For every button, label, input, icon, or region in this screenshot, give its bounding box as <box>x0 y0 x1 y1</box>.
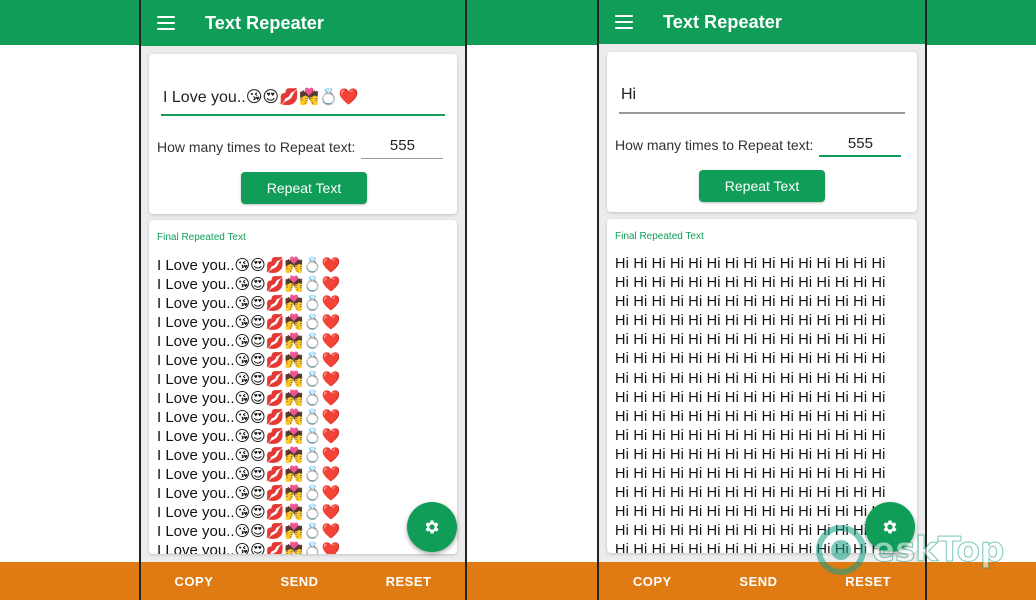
text-to-repeat-input[interactable]: I Love you..😘😍💋💏💍❤️ <box>161 80 445 116</box>
copy-button[interactable]: COPY <box>175 574 214 589</box>
repeated-text-line: Hi Hi Hi Hi Hi Hi Hi Hi Hi Hi Hi Hi Hi H… <box>615 351 886 368</box>
result-title: Final Repeated Text <box>157 232 246 243</box>
repeated-text-line: I Love you..😘😍💋💏💍❤️ <box>157 333 341 350</box>
repeat-count-row: How many times to Repeat text: 555 <box>615 132 905 158</box>
repeated-text-line: I Love you..😘😍💋💏💍❤️ <box>157 314 341 331</box>
repeated-text-line: Hi Hi Hi Hi Hi Hi Hi Hi Hi Hi Hi Hi Hi H… <box>615 408 886 425</box>
hamburger-menu-icon[interactable] <box>157 16 175 30</box>
repeat-count-row: How many times to Repeat text: 555 <box>157 134 445 160</box>
repeated-text-line: I Love you..😘😍💋💏💍❤️ <box>157 295 341 312</box>
result-card: Final Repeated Text I Love you..😘😍💋💏💍❤️ I… <box>149 220 457 554</box>
repeated-text-line: I Love you..😘😍💋💏💍❤️ <box>157 371 341 388</box>
settings-fab[interactable] <box>407 502 457 552</box>
repeat-count-label: How many times to Repeat text: <box>615 137 814 153</box>
repeated-text-line: Hi Hi Hi Hi Hi Hi Hi Hi Hi Hi Hi Hi Hi H… <box>615 427 886 444</box>
hamburger-menu-icon[interactable] <box>615 15 633 29</box>
phone-screen-right: Text Repeater Hi How many times to Repea… <box>597 0 927 600</box>
repeat-count-input[interactable]: 555 <box>361 135 444 159</box>
send-button[interactable]: SEND <box>280 574 318 589</box>
desktop-watermark: eskTop <box>814 520 1005 580</box>
repeated-text-output[interactable]: I Love you..😘😍💋💏💍❤️ I Love you..😘😍💋💏💍❤️ I … <box>157 256 449 554</box>
repeated-text-output[interactable]: Hi Hi Hi Hi Hi Hi Hi Hi Hi Hi Hi Hi Hi H… <box>615 255 915 553</box>
repeated-text-line: Hi Hi Hi Hi Hi Hi Hi Hi Hi Hi Hi Hi Hi H… <box>615 332 886 349</box>
app-title: Text Repeater <box>663 11 783 32</box>
repeated-text-line: I Love you..😘😍💋💏💍❤️ <box>157 447 341 464</box>
repeat-text-button[interactable]: Repeat Text <box>241 172 367 204</box>
repeat-text-button[interactable]: Repeat Text <box>699 170 825 202</box>
repeated-text-line: I Love you..😘😍💋💏💍❤️ <box>157 542 341 554</box>
repeated-text-line: Hi Hi Hi Hi Hi Hi Hi Hi Hi Hi Hi Hi Hi H… <box>615 485 886 502</box>
gear-icon <box>425 520 439 534</box>
app-bar: Text Repeater <box>141 0 465 46</box>
repeated-text-line: I Love you..😘😍💋💏💍❤️ <box>157 390 341 407</box>
repeated-text-line: Hi Hi Hi Hi Hi Hi Hi Hi Hi Hi Hi Hi Hi H… <box>615 275 886 292</box>
bottom-action-bar: COPY SEND RESET <box>141 562 465 600</box>
repeated-text-line: I Love you..😘😍💋💏💍❤️ <box>157 352 341 369</box>
repeated-text-line: Hi Hi Hi Hi Hi Hi Hi Hi Hi Hi Hi Hi Hi H… <box>615 370 886 387</box>
repeated-text-line: Hi Hi Hi Hi Hi Hi Hi Hi Hi Hi Hi Hi Hi H… <box>615 294 886 311</box>
repeated-text-line: I Love you..😘😍💋💏💍❤️ <box>157 523 341 540</box>
text-to-repeat-input[interactable]: Hi <box>619 78 905 114</box>
repeated-text-line: I Love you..😘😍💋💏💍❤️ <box>157 409 341 426</box>
repeated-text-line: Hi Hi Hi Hi Hi Hi Hi Hi Hi Hi Hi Hi Hi H… <box>615 466 886 483</box>
send-button[interactable]: SEND <box>739 574 777 589</box>
phone-screen-left: Text Repeater I Love you..😘😍💋💏💍❤️ How ma… <box>139 0 467 600</box>
repeated-text-line: Hi Hi Hi Hi Hi Hi Hi Hi Hi Hi Hi Hi Hi H… <box>615 446 886 463</box>
input-card: Hi How many times to Repeat text: 555 Re… <box>607 52 917 212</box>
repeated-text-line: Hi Hi Hi Hi Hi Hi Hi Hi Hi Hi Hi Hi Hi H… <box>615 389 886 406</box>
reset-button[interactable]: RESET <box>386 574 432 589</box>
result-card: Final Repeated Text Hi Hi Hi Hi Hi Hi Hi… <box>607 219 917 553</box>
app-bar: Text Repeater <box>599 0 925 44</box>
copy-button[interactable]: COPY <box>633 574 672 589</box>
result-title: Final Repeated Text <box>615 231 704 242</box>
repeated-text-line: Hi Hi Hi Hi Hi Hi Hi Hi Hi Hi Hi Hi Hi H… <box>615 256 886 272</box>
repeated-text-line: I Love you..😘😍💋💏💍❤️ <box>157 485 341 502</box>
input-card: I Love you..😘😍💋💏💍❤️ How many times to Re… <box>149 54 457 214</box>
repeated-text-line: Hi Hi Hi Hi Hi Hi Hi Hi Hi Hi Hi Hi Hi H… <box>615 313 886 330</box>
repeat-count-input[interactable]: 555 <box>819 133 902 157</box>
desktop-logo-icon <box>816 525 866 575</box>
watermark-text: eskTop <box>871 530 1005 571</box>
repeated-text-line: I Love you..😘😍💋💏💍❤️ <box>157 428 341 445</box>
repeat-count-label: How many times to Repeat text: <box>157 139 356 155</box>
app-title: Text Repeater <box>205 12 325 33</box>
repeated-text-line: I Love you..😘😍💋💏💍❤️ <box>157 257 341 274</box>
repeated-text-line: I Love you..😘😍💋💏💍❤️ <box>157 504 341 521</box>
repeated-text-line: I Love you..😘😍💋💏💍❤️ <box>157 466 341 483</box>
repeated-text-line: I Love you..😘😍💋💏💍❤️ <box>157 276 341 293</box>
